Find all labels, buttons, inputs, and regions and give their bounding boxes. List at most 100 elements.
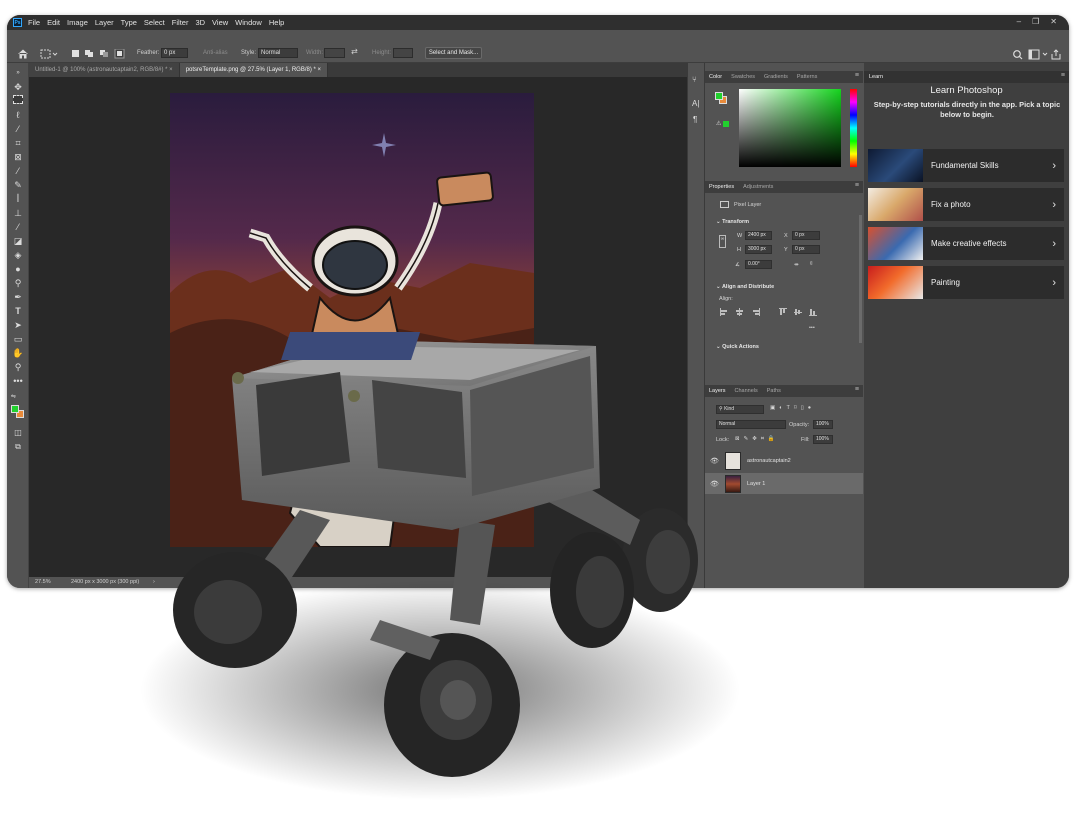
clone-stamp-tool-icon[interactable]: ⊥ — [12, 207, 24, 219]
menu-help[interactable]: Help — [269, 18, 284, 27]
rectangle-tool-icon[interactable]: ▭ — [12, 333, 24, 345]
tab-adjustments[interactable]: Adjustments — [743, 184, 773, 190]
close-window-button[interactable]: ✕ — [1050, 17, 1057, 26]
home-icon[interactable] — [17, 48, 29, 60]
hue-slider[interactable] — [850, 89, 857, 167]
zoom-tool-icon[interactable]: ⚲ — [12, 361, 24, 373]
move-tool-icon[interactable]: ✥ — [12, 81, 24, 93]
paragraph-panel-icon[interactable]: ¶ — [693, 115, 697, 124]
swap-colors-icon[interactable]: ⇋ — [11, 393, 16, 400]
fill-input[interactable]: 100% — [813, 435, 833, 444]
zoom-level[interactable]: 27.5% — [35, 577, 51, 588]
canvas-area[interactable] — [29, 77, 687, 577]
learn-card-fundamental-skills[interactable]: Fundamental Skills › — [868, 149, 1064, 182]
dodge-tool-icon[interactable]: ⚲ — [12, 277, 24, 289]
restore-button[interactable]: ❐ — [1032, 17, 1039, 26]
panel-menu-icon[interactable]: ≡ — [1061, 72, 1065, 79]
panel-menu-icon[interactable]: ≡ — [855, 386, 859, 393]
paint-bucket-tool-icon[interactable]: ◈ — [12, 249, 24, 261]
history-brush-tool-icon[interactable]: ⁄ — [12, 221, 24, 233]
edit-toolbar-icon[interactable]: ••• — [12, 375, 24, 387]
feather-input[interactable]: 0 px — [161, 48, 188, 58]
blend-mode-select[interactable]: Normal — [716, 420, 786, 429]
path-selection-tool-icon[interactable]: ➤ — [12, 319, 24, 331]
tab-properties[interactable]: Properties — [709, 184, 734, 190]
history-panel-icon[interactable]: ⑂ — [692, 75, 697, 84]
web-safe-swatch[interactable] — [723, 121, 729, 127]
status-menu-arrow[interactable]: › — [153, 577, 155, 588]
menu-edit[interactable]: Edit — [47, 18, 60, 27]
menu-view[interactable]: View — [212, 18, 228, 27]
minimize-button[interactable]: – — [1017, 17, 1021, 26]
crop-tool-icon[interactable]: ⌗ — [12, 137, 24, 149]
magic-wand-tool-icon[interactable]: ⁄ — [12, 123, 24, 135]
layer-row-astronautcaptain2[interactable]: 👁 astronautcaptain2 — [705, 450, 863, 471]
blur-tool-icon[interactable]: ● — [12, 263, 24, 275]
learn-card-fix-a-photo[interactable]: Fix a photo › — [868, 188, 1064, 221]
menu-filter[interactable]: Filter — [172, 18, 189, 27]
tab-untitled-1[interactable]: Untitled-1 @ 100% (astronautcaptain2, RG… — [29, 63, 180, 77]
width-input[interactable] — [324, 48, 345, 58]
document-canvas[interactable] — [170, 93, 534, 547]
lock-icons[interactable]: ⊠✎✥⌗🔒 — [735, 436, 779, 443]
eyedropper-tool-icon[interactable]: ⁄ — [12, 165, 24, 177]
height-input[interactable] — [393, 48, 413, 58]
menu-3d[interactable]: 3D — [195, 18, 205, 27]
tab-potsretemplate[interactable]: potsreTemplate.png @ 27.5% (Layer 1, RGB… — [179, 63, 329, 77]
learn-card-make-creative-effects[interactable]: Make creative effects › — [868, 227, 1064, 260]
marquee-preset-icon[interactable] — [40, 49, 58, 59]
antialias-checkbox[interactable]: Anti-alias — [203, 50, 228, 56]
menu-file[interactable]: File — [28, 18, 40, 27]
style-select[interactable]: Normal — [258, 48, 298, 58]
collapse-tools-icon[interactable]: » — [12, 67, 24, 79]
character-panel-icon[interactable]: A| — [692, 99, 699, 108]
lasso-tool-icon[interactable]: ℓ — [12, 109, 24, 121]
quick-mask-icon[interactable]: ◫ — [12, 427, 24, 439]
select-and-mask-button[interactable]: Select and Mask... — [425, 47, 482, 59]
search-workspace-share-icons[interactable] — [1012, 49, 1062, 60]
swap-icon[interactable]: ⇄ — [351, 47, 358, 56]
quick-actions-section[interactable]: ⌄ Quick Actions — [716, 344, 759, 350]
menu-select[interactable]: Select — [144, 18, 165, 27]
menu-window[interactable]: Window — [235, 18, 262, 27]
tab-learn[interactable]: Learn — [869, 74, 883, 80]
flip-horizontal-icon[interactable]: ⇹ — [794, 262, 799, 268]
height-prop-input[interactable]: 3000 px — [745, 245, 772, 254]
link-proportions-icon[interactable]: ∞ — [719, 235, 726, 248]
panel-menu-icon[interactable]: ≡ — [855, 72, 859, 79]
learn-card-painting[interactable]: Painting › — [868, 266, 1064, 299]
y-prop-input[interactable]: 0 px — [792, 245, 820, 254]
layer-visibility-icon[interactable]: 👁 — [710, 480, 722, 488]
color-picker-field[interactable] — [739, 89, 841, 167]
more-options-icon[interactable]: ••• — [809, 325, 815, 331]
align-distribute-section[interactable]: ⌄ Align and Distribute — [716, 284, 774, 290]
pen-tool-icon[interactable]: ✒ — [12, 291, 24, 303]
brush-tool-icon[interactable]: ꟾ — [12, 193, 24, 205]
menu-image[interactable]: Image — [67, 18, 88, 27]
tab-color[interactable]: Color — [709, 74, 722, 80]
opacity-input[interactable]: 100% — [813, 420, 833, 429]
angle-input[interactable]: 0.00° — [745, 260, 772, 269]
layer-visibility-icon[interactable]: 👁 — [710, 457, 722, 465]
frame-tool-icon[interactable]: ⊠ — [12, 151, 24, 163]
screen-mode-icon[interactable]: ⧉ — [12, 441, 24, 453]
healing-brush-tool-icon[interactable]: ✎ — [12, 179, 24, 191]
tab-patterns[interactable]: Patterns — [797, 74, 817, 80]
selection-mode-icons[interactable] — [71, 49, 131, 59]
tab-paths[interactable]: Paths — [767, 388, 781, 394]
layer-kind-filter[interactable]: ⚲ Kind — [716, 405, 764, 414]
tab-channels[interactable]: Channels — [735, 388, 758, 394]
menu-type[interactable]: Type — [121, 18, 137, 27]
tab-gradients[interactable]: Gradients — [764, 74, 788, 80]
layer-filter-icons[interactable]: ▣◐T⌑▯● — [770, 405, 815, 411]
flip-vertical-icon[interactable]: ⇳ — [809, 261, 814, 267]
width-prop-input[interactable]: 2400 px — [745, 231, 772, 240]
hand-tool-icon[interactable]: ✋ — [12, 347, 24, 359]
color-fg-swatch[interactable] — [715, 92, 723, 100]
tab-swatches[interactable]: Swatches — [731, 74, 755, 80]
type-tool-icon[interactable]: T — [12, 305, 24, 317]
align-buttons-icons[interactable] — [719, 308, 819, 316]
foreground-color-swatch[interactable] — [11, 405, 19, 413]
menu-layer[interactable]: Layer — [95, 18, 114, 27]
eraser-tool-icon[interactable]: ◪ — [12, 235, 24, 247]
